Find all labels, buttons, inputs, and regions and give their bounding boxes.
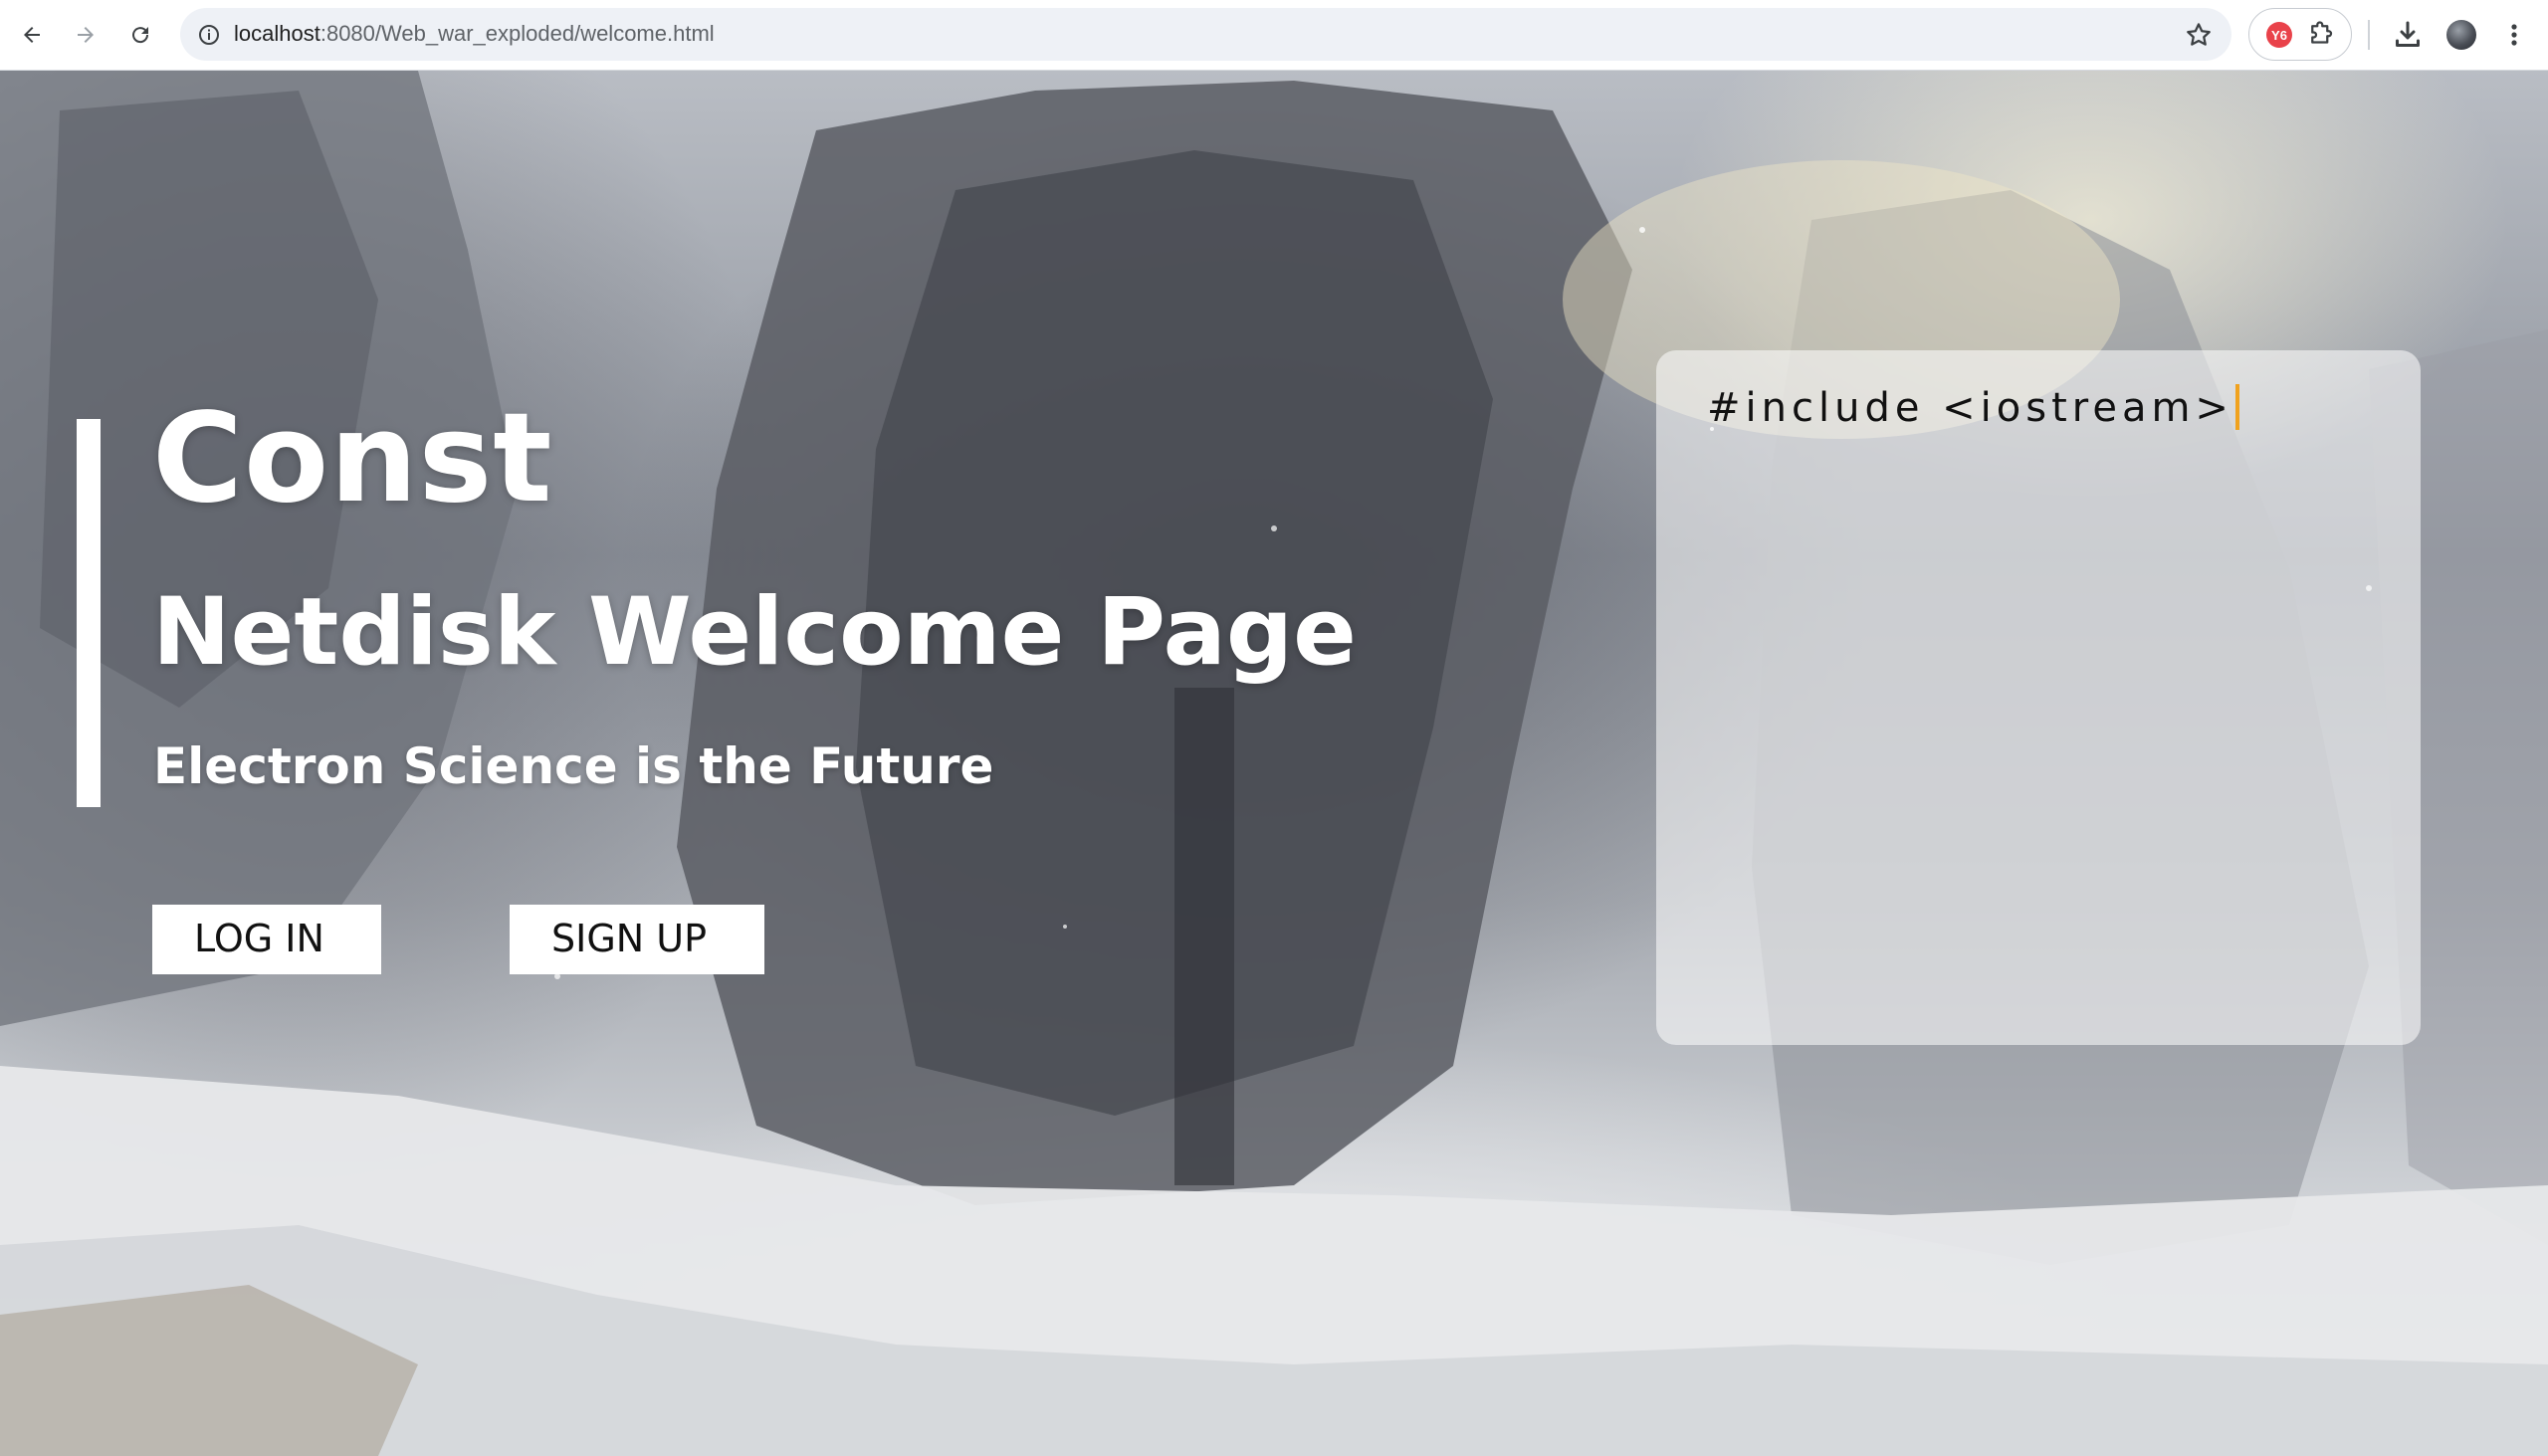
extensions-group: Y6 [2248,8,2352,61]
typewriter-code-card: #include <iostream> [1656,350,2421,1045]
bookmark-star-icon[interactable] [2184,20,2214,50]
back-arrow-icon[interactable] [14,17,50,53]
toolbar-divider [2368,20,2370,50]
signup-button[interactable]: SIGN UP [510,905,764,974]
typewriter-line: #include <iostream> [1707,384,2239,431]
welcome-page: Const Netdisk Welcome Page Electron Scie… [0,71,2548,1456]
hero-accent-bar [77,419,101,807]
url-text[interactable]: localhost:8080/Web_war_exploded/welcome.… [234,21,715,47]
hero-title: Const [152,387,553,530]
extensions-puzzle-icon[interactable] [2306,20,2336,50]
url-path: :8080/Web_war_exploded/welcome.html [319,21,715,46]
hero-subtitle: Netdisk Welcome Page [152,578,1357,687]
hero-tagline: Electron Science is the Future [153,737,994,795]
browser-toolbar: localhost:8080/Web_war_exploded/welcome.… [0,0,2548,71]
typewriter-text: #include <iostream> [1707,385,2233,431]
more-menu-icon[interactable] [2499,17,2529,53]
download-icon[interactable] [2390,17,2426,53]
forward-arrow-icon[interactable] [68,17,104,53]
typing-cursor [2234,384,2239,430]
site-info-icon[interactable] [196,22,222,48]
login-button[interactable]: LOG IN [152,905,381,974]
reload-icon[interactable] [122,17,158,53]
url-host: localhost [234,21,320,46]
profile-avatar[interactable] [2446,20,2476,50]
extension-badge-icon[interactable]: Y6 [2266,22,2292,48]
login-button-label: LOG IN [194,917,324,960]
address-bar[interactable]: localhost:8080/Web_war_exploded/welcome.… [180,8,2231,61]
signup-button-label: SIGN UP [551,917,708,960]
